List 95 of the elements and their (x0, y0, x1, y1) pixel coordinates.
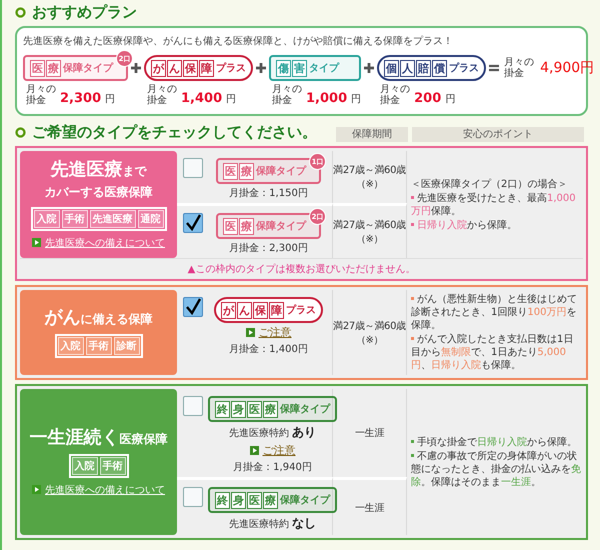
category-title: 先進医療まで カバーする医療保障 (44, 160, 152, 200)
arrow-icon (32, 238, 41, 247)
fee-label: 月々の (26, 84, 56, 95)
caution-link[interactable]: ご注意 (262, 443, 296, 458)
rider-label: 先進医療特約 (229, 426, 289, 440)
currency-unit: 円 (445, 93, 456, 106)
info-link[interactable]: 先進医療への備えについて (45, 236, 165, 250)
section-title: おすすめプラン (32, 2, 137, 22)
info-link[interactable]: 先進医療への備えについて (45, 482, 165, 496)
badge-label: 個 人 賠 償 (384, 60, 448, 76)
coverage-tag: 手術 (86, 336, 112, 354)
checkbox[interactable] (183, 297, 203, 317)
rider-value: あり (292, 424, 316, 441)
coverage-tag: 入院 (72, 456, 98, 474)
coverage-tag: 手術 (100, 456, 126, 474)
plus-icon (256, 63, 266, 73)
category-title: がんに備える保障 (44, 308, 152, 328)
category-title: 一生涯続く 医療保障 (30, 428, 168, 448)
badge-suffix: プラス (449, 61, 480, 75)
badge-suffix: 保障タイプ (280, 402, 330, 416)
equals-icon (489, 63, 500, 73)
monthly-fee: 月掛金：2,300円 (229, 242, 308, 255)
fee-label: 掛金 (504, 68, 526, 79)
badge-label: 終 身 医 療 (215, 492, 278, 508)
section-title: ご希望のタイプをチェックしてください。 (32, 122, 317, 142)
fee-amount: 200 (414, 91, 442, 106)
monthly-fee: 月掛金：1,150円 (229, 186, 308, 200)
fee-label: 掛金 (272, 95, 293, 106)
checkbox[interactable] (183, 213, 203, 233)
badge-label: 医 療 (30, 60, 61, 76)
coverage-tag: 手術 (62, 210, 88, 228)
coverage-period: 満27歳～満60歳 (333, 320, 406, 332)
fee-label: 月々の (504, 57, 534, 68)
coverage-period: 満27歳～満60歳 (333, 164, 406, 177)
caution-link[interactable]: ご注意 (258, 325, 292, 340)
badge-label: 医 療 (223, 218, 254, 234)
currency-unit: 円 (105, 93, 116, 106)
coverage-tag: 先進医療 (90, 210, 136, 228)
period-note: （※） (356, 334, 384, 346)
point-text: 日帰り入院から保障。 (411, 218, 581, 232)
fee-amount: 1,000 (306, 91, 348, 106)
badge-suffix: 保障タイプ (256, 219, 306, 233)
column-header: 保障期間 (336, 127, 408, 142)
plus-icon (364, 63, 374, 73)
bullet-icon (15, 6, 26, 18)
rider-value: なし (292, 515, 316, 532)
coverage-period: 一生涯 (354, 426, 384, 440)
fee-amount: 2,300 (60, 91, 102, 106)
checkbox[interactable] (183, 487, 203, 507)
checkbox[interactable] (183, 396, 203, 416)
point-text: ＜医療保障タイプ（2口）の場合＞ (411, 178, 568, 190)
period-note: （※） (356, 233, 384, 246)
fee-label: 月々の (380, 84, 410, 95)
period-note: （※） (356, 178, 384, 191)
badge-label: が ん 保 障 (151, 60, 214, 76)
monthly-fee: 月掛金：1,940円 (233, 460, 312, 474)
arrow-icon (250, 446, 258, 455)
badge-suffix: プラス (216, 61, 246, 75)
badge-label: 傷 害 (276, 60, 307, 76)
badge-label: 医 療 (223, 162, 254, 180)
fee-label: 掛金 (380, 95, 402, 106)
arrow-icon (32, 485, 41, 494)
coverage-tag: 入院 (58, 336, 84, 354)
coverage-tag: 入院 (34, 210, 60, 228)
point-text: 手頃な掛金で日帰り入院から保障。 (411, 436, 581, 448)
currency-unit: 円 (351, 93, 362, 106)
footnote: ▲この枠内のタイプは複数お選びいただけません。 (20, 258, 583, 276)
column-header: 安心のポイント (412, 127, 584, 142)
checkbox[interactable] (183, 158, 203, 178)
currency-unit: 円 (226, 93, 236, 106)
bullet-icon (15, 126, 26, 138)
fee-label: 掛金 (147, 95, 168, 106)
badge-suffix: 保障タイプ (256, 164, 306, 178)
coverage-period: 満27歳～満60歳 (333, 218, 406, 232)
coverage-period: 一生涯 (354, 502, 384, 514)
monthly-fee: 月掛金：1,400円 (229, 342, 308, 356)
badge-label: 終 身 医 療 (215, 400, 278, 418)
fee-label: 月々の (147, 84, 177, 95)
fee-label: 月々の (272, 84, 302, 95)
fee-label: 掛金 (26, 95, 47, 106)
fee-amount: 1,400 (181, 91, 222, 106)
point-text: 先進医療を受けたとき、最高1,000万円保障。 (411, 192, 577, 218)
arrow-icon (246, 328, 254, 337)
badge-label: が ん 保 障 (221, 302, 284, 318)
plus-icon (131, 63, 141, 73)
badge-suffix: タイプ (309, 61, 339, 75)
point-text: 不慮の事故で所定の身体障がいの状態になったとき、掛金の払い込みを免除。保障はそのまま一生涯。 (411, 450, 581, 488)
badge-suffix: プラス (286, 303, 316, 317)
rider-label: 先進医療特約 (229, 518, 289, 531)
badge-suffix: 保障タイプ (280, 493, 330, 507)
coverage-tag: 通院 (138, 210, 164, 228)
plan-description: 先進医療を備えた医療保障や、がんにも備える医療保障と、けがや賠償に備える保障をプラス！ (23, 34, 454, 48)
coverage-tag: 診断 (114, 336, 140, 354)
point-text: がんで入院したとき支払日数は1日目から無制限で、1日あたり5,000円、日帰り入院も保障。 (411, 333, 574, 372)
badge-suffix: 保障タイプ (63, 61, 113, 75)
